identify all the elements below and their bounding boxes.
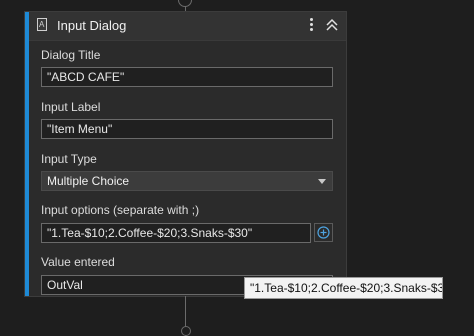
input-type-select[interactable]: Multiple Choice	[41, 171, 333, 191]
dropdown-caret-icon	[318, 179, 326, 184]
activity-title: Input Dialog	[57, 18, 127, 33]
input-options-input[interactable]: "1.Tea-$10;2.Coffee-$20;3.Snaks-$30"	[41, 223, 311, 243]
more-vertical-icon[interactable]	[306, 16, 316, 34]
connector-port-bottom[interactable]	[181, 326, 191, 336]
input-label-label: Input Label	[41, 100, 101, 114]
input-options-label: Input options (separate with ;)	[41, 203, 200, 217]
input-dialog-activity-card[interactable]: Input Dialog Dialog Title "ABCD CAFE" In…	[24, 11, 347, 297]
input-type-selected-value: Multiple Choice	[47, 174, 130, 188]
dialog-title-input[interactable]: "ABCD CAFE"	[41, 67, 333, 87]
input-type-label: Input Type	[41, 152, 97, 166]
collapse-chevrons-icon[interactable]	[324, 17, 340, 33]
selection-accent-bar	[25, 12, 29, 296]
activity-header[interactable]: Input Dialog	[29, 12, 346, 41]
value-entered-label: Value entered	[41, 255, 115, 269]
add-circle-icon[interactable]	[314, 223, 333, 242]
document-icon	[37, 18, 47, 31]
input-label-input[interactable]: "Item Menu"	[41, 119, 333, 139]
options-tooltip: "1.Tea-$10;2.Coffee-$20;3.Snaks-$30"	[244, 277, 443, 299]
dialog-title-label: Dialog Title	[41, 48, 101, 62]
connector-port-top[interactable]	[178, 0, 192, 7]
